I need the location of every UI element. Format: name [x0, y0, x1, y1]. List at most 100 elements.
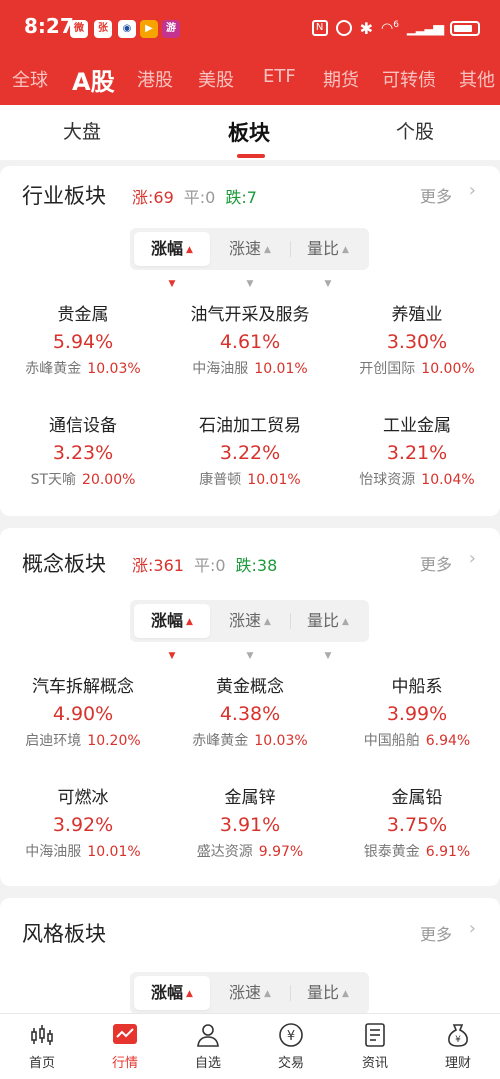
sector-change: 3.91% — [219, 814, 281, 836]
leader-name: 赤峰黄金 — [192, 733, 249, 749]
leader-change: 6.94% — [425, 733, 471, 749]
tab-global[interactable]: 全球 — [12, 66, 48, 92]
sort-by-change[interactable]: 涨幅▲▼ — [134, 976, 210, 1033]
leader-name: 中海油服 — [192, 361, 249, 377]
chevron-right-icon[interactable]: › — [469, 180, 476, 201]
nav-market[interactable]: 行情 — [95, 1022, 155, 1071]
leader-change: 10.03% — [87, 361, 141, 377]
sort-by-change[interactable]: 涨幅▲▼ — [134, 232, 210, 289]
sort-by-volume-ratio[interactable]: 量比▲▼ — [290, 232, 366, 289]
wifi-icon: ◠6 — [380, 19, 399, 37]
industry-sectors-card: 行业板块 涨:69 平:0 跌:7 更多 › 涨幅 ▲ ▼ 涨速 ▲ ▼ 量比 ▲ ▼ 贵金属 … — [0, 166, 500, 516]
nav-watchlist[interactable]: 自选 — [178, 1022, 238, 1071]
sector-name: 养殖业 — [391, 305, 443, 325]
sort-label: 涨幅 — [151, 239, 184, 258]
tab-us-stocks[interactable]: 美股 — [198, 66, 234, 92]
section-title: 行业板块 — [22, 184, 106, 208]
sort-by-speed[interactable]: 涨速▲▼ — [212, 976, 288, 1033]
compass-icon: ◉ — [118, 20, 136, 38]
sector-tile[interactable]: 通信设备 3.23% ST天喻 20.00% — [0, 411, 166, 489]
tab-sectors[interactable]: 板块 — [228, 117, 270, 147]
tab-individual-stocks[interactable]: 个股 — [396, 117, 434, 144]
sort-label: 量比 — [307, 983, 340, 1002]
sector-tile[interactable]: 黄金概念 4.38% 赤峰黄金 10.03% — [167, 672, 333, 750]
tab-convertible-bonds[interactable]: 可转债 — [382, 66, 436, 92]
sector-tile[interactable]: 金属铅 3.75% 银泰黄金 6.91% — [334, 783, 500, 861]
sector-tile[interactable]: 石油加工贸易 3.22% 康普顿 10.01% — [167, 411, 333, 489]
leader-change: 10.20% — [87, 733, 141, 749]
tab-market-overview[interactable]: 大盘 — [63, 117, 101, 144]
sector-name: 工业金属 — [383, 416, 451, 436]
sort-label: 涨幅 — [151, 611, 184, 630]
tab-etf[interactable]: ETF — [263, 66, 296, 87]
style-sectors-card: 风格板块 更多 › 涨幅▲▼ 涨速▲▼ 量比▲▼ — [0, 898, 500, 1033]
sector-name: 油气开采及服务 — [190, 305, 310, 325]
sector-tile[interactable]: 金属锌 3.91% 盛达资源 9.97% — [167, 783, 333, 861]
flat-count: 平:0 — [193, 556, 226, 575]
leader-change: 10.01% — [247, 472, 301, 488]
weibo-icon: 微 — [70, 20, 88, 38]
sort-by-change[interactable]: 涨幅▲▼ — [134, 604, 210, 661]
sector-tile[interactable]: 可燃冰 3.92% 中海油服 10.01% — [0, 783, 166, 861]
up-count: 涨:69 — [132, 188, 174, 207]
network-badge: 6 — [393, 19, 399, 30]
sector-change: 3.99% — [386, 703, 448, 725]
leader-name: ST天喻 — [30, 472, 77, 488]
leader-name: 盛达资源 — [196, 844, 253, 860]
tab-a-shares[interactable]: A股 — [72, 62, 115, 97]
sector-name: 中船系 — [391, 677, 443, 697]
tab-futures[interactable]: 期货 — [323, 66, 359, 92]
more-link[interactable]: 更多 — [420, 921, 452, 945]
sector-change: 3.23% — [52, 442, 114, 464]
leader-change: 6.91% — [425, 844, 471, 860]
sort-by-speed[interactable]: 涨速▲▼ — [212, 604, 288, 661]
sort-by-volume-ratio[interactable]: 量比▲▼ — [290, 604, 366, 661]
sector-tile[interactable]: 工业金属 3.21% 怡球资源 10.04% — [334, 411, 500, 489]
tab-hk-stocks[interactable]: 港股 — [137, 66, 173, 92]
sort-label: 涨速 — [229, 983, 262, 1002]
sort-label: 涨速 — [229, 239, 262, 258]
sector-name: 石油加工贸易 — [199, 416, 301, 436]
sort-by-speed[interactable]: 涨速▲▼ — [212, 232, 288, 289]
sector-change: 3.92% — [52, 814, 114, 836]
sector-name: 贵金属 — [57, 305, 109, 325]
sector-tile[interactable]: 养殖业 3.30% 开创国际 10.00% — [334, 300, 500, 378]
sort-by-volume-ratio[interactable]: 量比▲▼ — [290, 976, 366, 1033]
more-link[interactable]: 更多 — [420, 183, 452, 207]
sector-change: 3.21% — [386, 442, 448, 464]
nav-label: 资讯 — [361, 1056, 388, 1071]
chevron-right-icon[interactable]: › — [469, 918, 476, 939]
app-zhang-icon: 张 — [94, 20, 112, 38]
svg-text:¥: ¥ — [287, 1029, 295, 1044]
svg-text:¥: ¥ — [455, 1035, 461, 1045]
chart-trend-icon — [113, 1024, 137, 1044]
alarm-icon — [335, 20, 352, 36]
leader-name: 康普顿 — [199, 472, 242, 488]
leader-name: 银泰黄金 — [363, 844, 420, 860]
sector-name: 可燃冰 — [57, 788, 109, 808]
flat-count: 平:0 — [183, 188, 216, 207]
nav-label: 首页 — [28, 1056, 55, 1071]
status-bar: 8:27 微 张 ◉ ▶ 游 N ✱ ◠6 ▁▂▃▅ — [0, 0, 500, 56]
document-icon — [365, 1023, 385, 1047]
sector-tile[interactable]: 汽车拆解概念 4.90% 启迪环境 10.20% — [0, 672, 166, 750]
nav-news[interactable]: 资讯 — [345, 1022, 405, 1071]
more-link[interactable]: 更多 — [420, 551, 452, 575]
down-count: 跌:7 — [225, 188, 257, 207]
sector-tile[interactable]: 油气开采及服务 4.61% 中海油服 10.01% — [167, 300, 333, 378]
nav-home[interactable]: 首页 — [12, 1022, 72, 1071]
down-count: 跌:38 — [235, 556, 278, 575]
tab-others[interactable]: 其他 — [459, 66, 495, 92]
sector-tile[interactable]: 贵金属 5.94% 赤峰黄金 10.03% — [0, 300, 166, 378]
sort-label: 量比 — [307, 611, 340, 630]
nav-trade[interactable]: ¥ 交易 — [261, 1022, 321, 1071]
section-title: 概念板块 — [22, 552, 106, 576]
nav-wealth[interactable]: ¥ 理财 — [428, 1022, 488, 1071]
advance-decline-counts: 涨:69 平:0 跌:7 — [132, 184, 257, 208]
status-time: 8:27 — [24, 14, 74, 38]
sector-name: 通信设备 — [49, 416, 117, 436]
sort-bar: 涨幅▲▼ 涨速▲▼ 量比▲▼ — [130, 972, 369, 1033]
chevron-right-icon[interactable]: › — [469, 548, 476, 569]
sector-name: 黄金概念 — [216, 677, 284, 697]
sector-tile[interactable]: 中船系 3.99% 中国船舶 6.94% — [334, 672, 500, 750]
